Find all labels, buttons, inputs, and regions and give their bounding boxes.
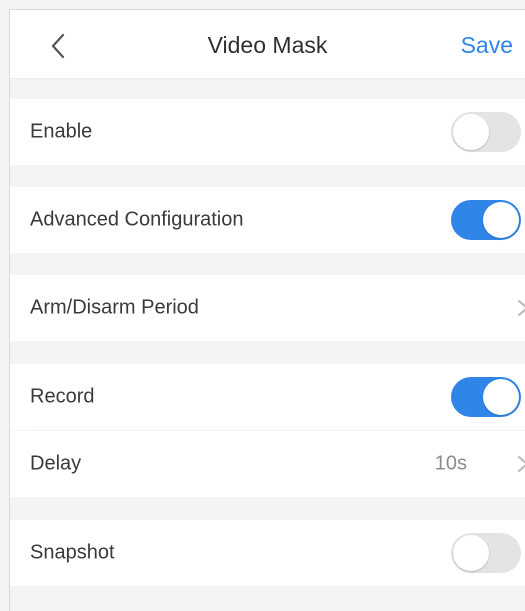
chevron-right-icon: [518, 300, 525, 316]
advanced-configuration-label: Advanced Configuration: [30, 208, 244, 231]
header-bar: Video Mask Save: [10, 10, 525, 79]
page-title: Video Mask: [207, 32, 328, 58]
delay-row[interactable]: Delay 10s: [10, 431, 525, 497]
toggle-knob: [453, 535, 489, 571]
snapshot-toggle[interactable]: [451, 533, 521, 573]
snapshot-row[interactable]: Snapshot: [10, 520, 525, 586]
snapshot-label: Snapshot: [30, 541, 115, 564]
screen: Video Mask Save Enable Advanced Configur…: [9, 9, 525, 611]
record-toggle[interactable]: [451, 377, 521, 417]
toggle-knob: [483, 202, 519, 238]
enable-label: Enable: [30, 120, 93, 143]
toggle-knob: [483, 379, 519, 415]
enable-toggle[interactable]: [451, 112, 521, 152]
record-label: Record: [30, 385, 95, 408]
enable-row[interactable]: Enable: [10, 99, 525, 165]
arm-disarm-period-row[interactable]: Arm/Disarm Period: [10, 275, 525, 341]
chevron-right-icon: [518, 456, 525, 472]
delay-value: 10s: [434, 452, 467, 475]
arm-disarm-period-label: Arm/Disarm Period: [30, 296, 199, 319]
toggle-knob: [453, 114, 489, 150]
delay-label: Delay: [30, 452, 82, 475]
advanced-configuration-row[interactable]: Advanced Configuration: [10, 187, 525, 253]
save-button[interactable]: Save: [461, 32, 513, 59]
advanced-configuration-toggle[interactable]: [451, 200, 521, 240]
record-row[interactable]: Record: [10, 364, 525, 430]
